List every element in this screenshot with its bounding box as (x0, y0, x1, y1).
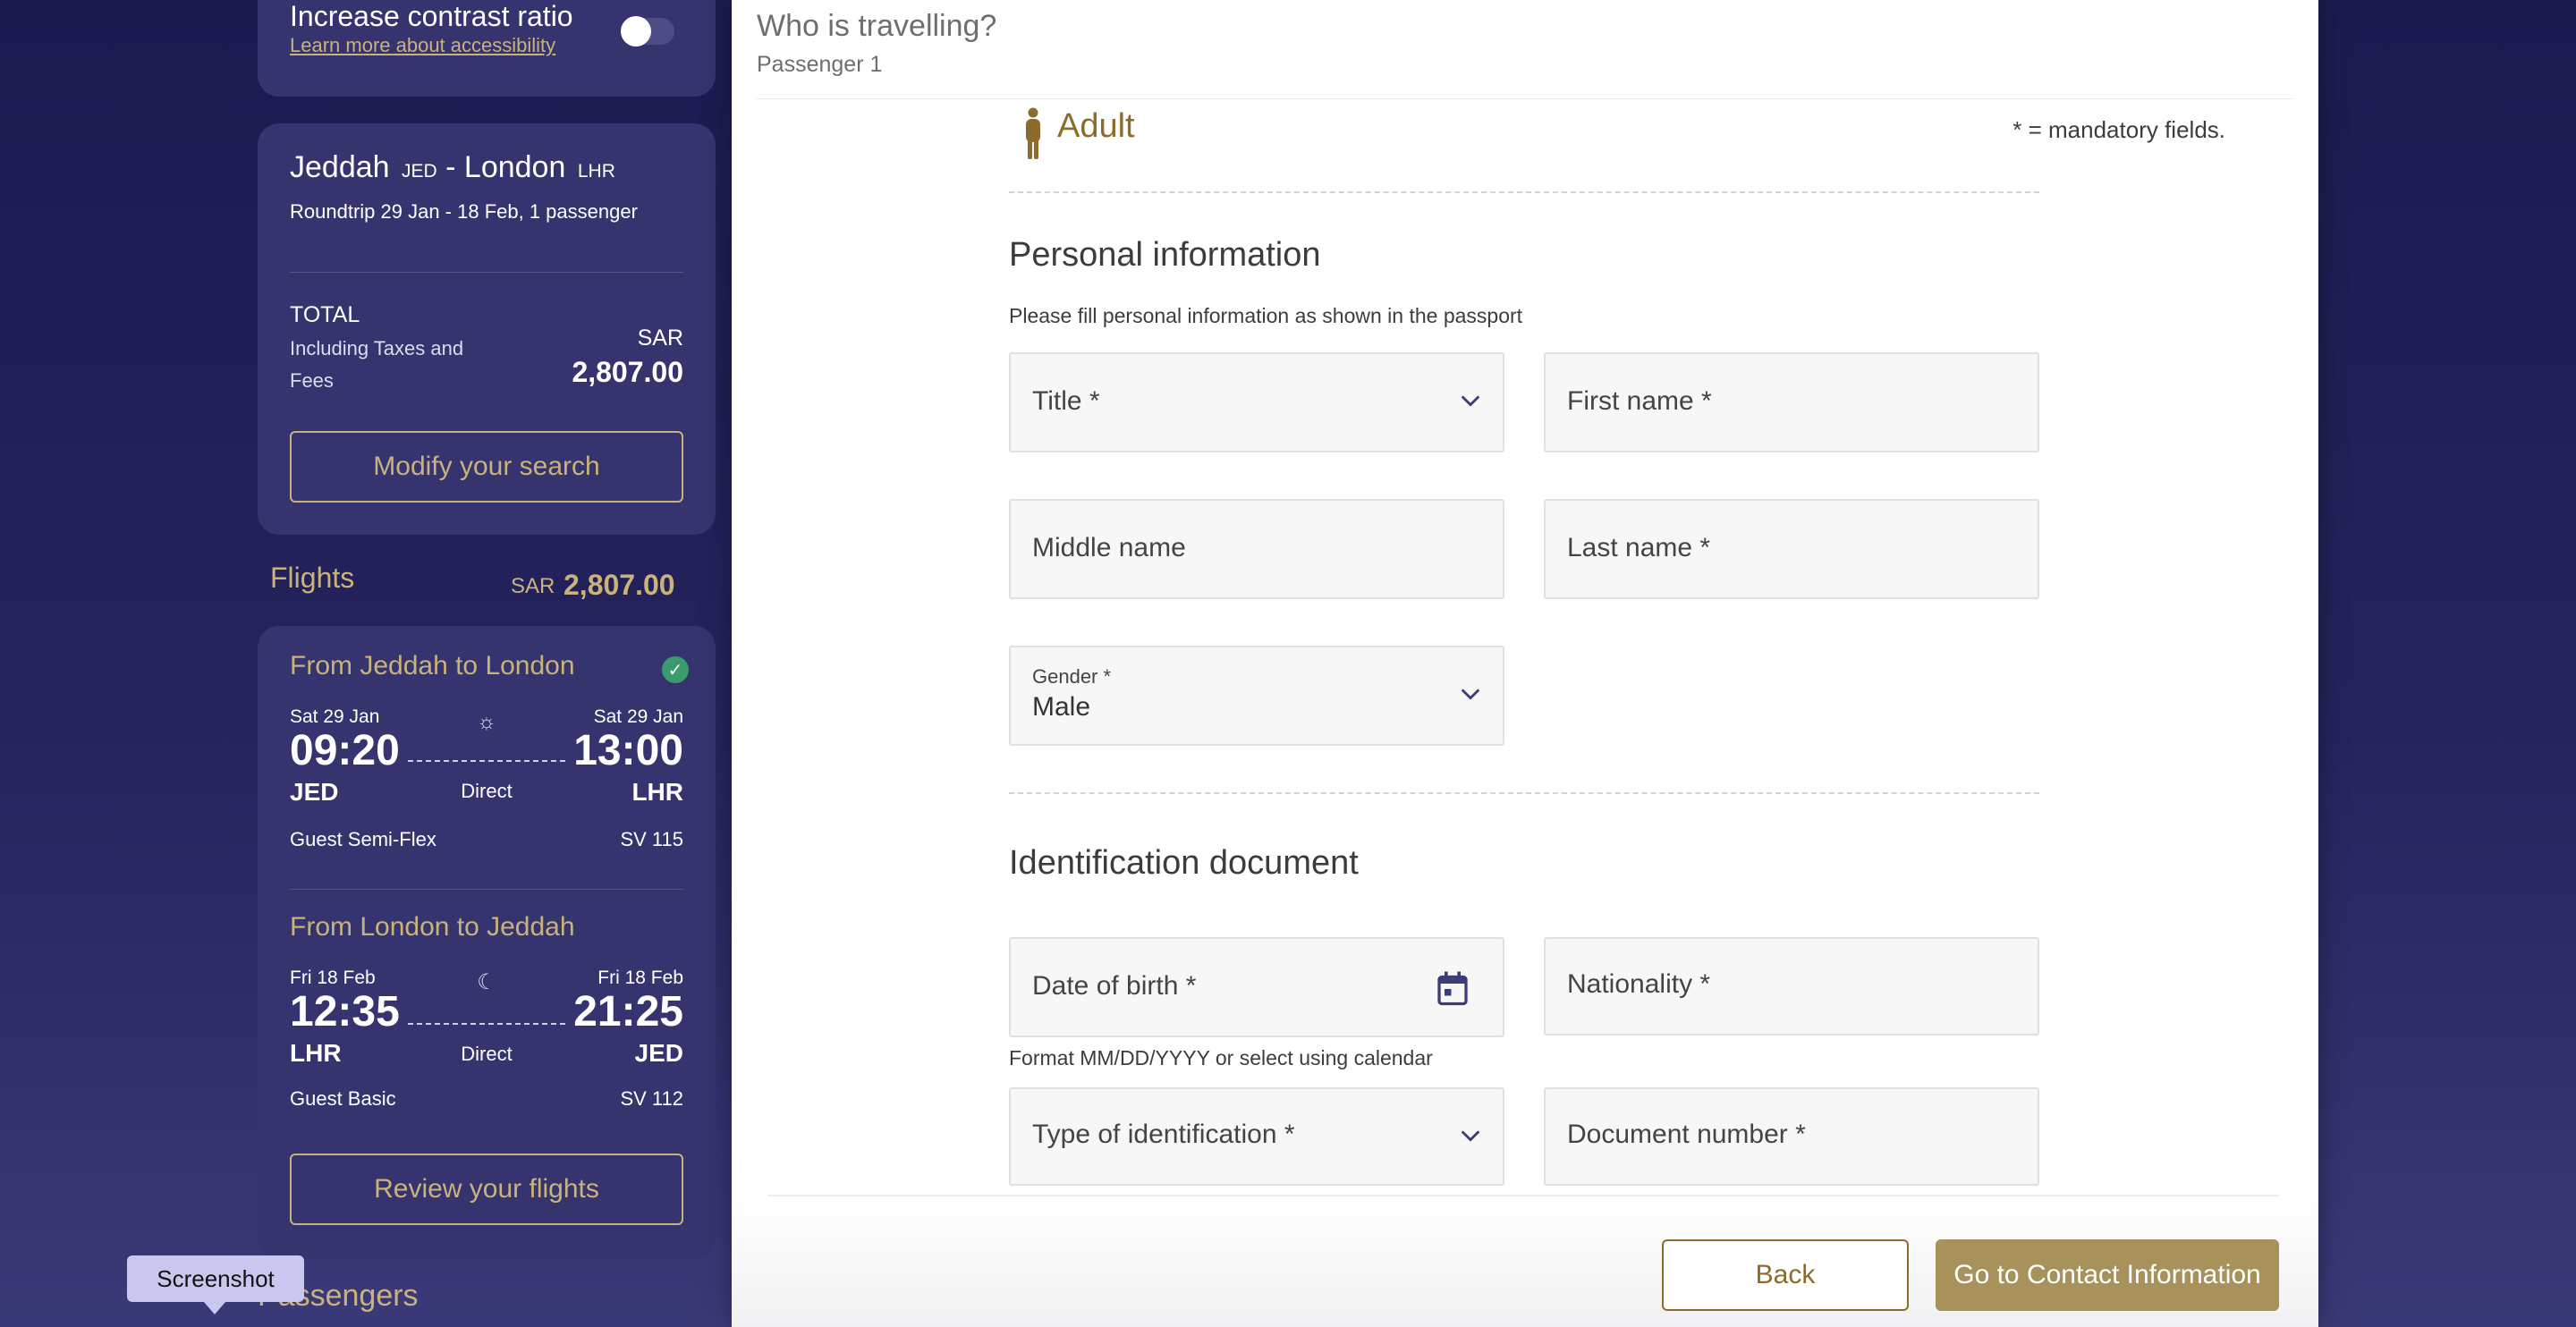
id-type-select[interactable]: Type of identification * (1009, 1087, 1504, 1186)
leg-outbound-title: From Jeddah to London (290, 651, 575, 680)
personal-info-heading: Personal information (1009, 236, 1321, 274)
date-format-hint: Format MM/DD/YYYY or select using calend… (1009, 1046, 1433, 1069)
form-title: Who is travelling? (757, 9, 997, 43)
outbound-departure-time: 09:20 (290, 727, 400, 774)
passenger-form-panel: Who is travelling? Passenger 1 Adult * =… (732, 0, 2318, 1327)
outbound-stops: Direct (461, 780, 513, 802)
leg-return-title: From London to Jeddah (290, 912, 575, 942)
middle-name-field[interactable]: Middle name (1009, 499, 1504, 599)
outbound-departure-airport: JED (290, 778, 339, 806)
return-arrival-date: Fri 18 Feb (597, 968, 683, 988)
trip-info: Roundtrip 29 Jan - 18 Feb, 1 passenger (290, 200, 638, 223)
return-arrival-airport: JED (634, 1039, 683, 1067)
trip-summary-card: Jeddah JED - London LHR Roundtrip 29 Jan… (258, 123, 716, 535)
review-flights-button[interactable]: Review your flights (290, 1154, 683, 1225)
gender-select[interactable]: Gender * Male (1009, 646, 1504, 746)
legs-divider (290, 889, 683, 890)
title-label: Title * (1032, 386, 1100, 416)
footer-divider (767, 1195, 2279, 1196)
outbound-arrival-time: 13:00 (573, 727, 683, 774)
route-separator: - (445, 150, 456, 184)
outbound-fare: Guest Semi-Flex (290, 828, 436, 850)
document-number-field[interactable]: Document number * (1544, 1087, 2039, 1186)
return-flight-number: SV 112 (620, 1087, 683, 1110)
return-arrival-time: 21:25 (573, 988, 683, 1035)
contrast-title: Increase contrast ratio (290, 0, 573, 32)
last-name-field[interactable]: Last name * (1544, 499, 2039, 599)
outbound-departure-date: Sat 29 Jan (290, 706, 380, 727)
flights-price: 2,807.00 (564, 569, 675, 601)
sun-moon-icon: ☾ (477, 970, 496, 994)
total-amount: 2,807.00 (572, 356, 683, 388)
dashed-divider (1009, 191, 2039, 193)
identification-heading: Identification document (1009, 844, 1359, 882)
back-button[interactable]: Back (1662, 1239, 1909, 1311)
return-route-line (408, 1023, 565, 1025)
contrast-toggle[interactable] (621, 16, 674, 46)
passenger-type: Adult (1057, 107, 1135, 145)
title-select[interactable]: Title * (1009, 352, 1504, 452)
return-departure-date: Fri 18 Feb (290, 968, 376, 988)
middle-name-label: Middle name (1032, 533, 1186, 562)
mandatory-note: * = mandatory fields. (2012, 116, 2225, 143)
screenshot-tooltip: Screenshot (127, 1255, 304, 1302)
dashed-divider (1009, 792, 2039, 794)
nationality-field[interactable]: Nationality * (1544, 937, 2039, 1035)
flights-heading: Flights (270, 562, 355, 594)
accessibility-card: Increase contrast ratio Learn more about… (258, 0, 716, 97)
personal-info-note: Please fill personal information as show… (1009, 304, 1523, 327)
tooltip-arrow (204, 1302, 225, 1314)
flights-currency: SAR (511, 574, 555, 598)
first-name-field[interactable]: First name * (1544, 352, 2039, 452)
chevron-down-icon (1461, 395, 1480, 407)
header-divider (757, 98, 2293, 99)
document-number-label: Document number * (1567, 1120, 1806, 1149)
return-stops: Direct (461, 1043, 513, 1065)
destination-code: LHR (577, 161, 615, 182)
chevron-down-icon (1461, 1130, 1480, 1142)
total-label: TOTAL (290, 302, 360, 327)
route-title: Jeddah JED - London LHR (290, 150, 615, 185)
origin-code: JED (402, 161, 437, 182)
first-name-label: First name * (1567, 386, 1712, 416)
return-fare: Guest Basic (290, 1087, 396, 1110)
toggle-knob (621, 16, 651, 46)
calendar-icon[interactable] (1436, 971, 1469, 1007)
last-name-label: Last name * (1567, 533, 1711, 562)
nationality-label: Nationality * (1567, 969, 1711, 999)
passenger-number: Passenger 1 (757, 52, 883, 77)
outbound-arrival-airport: LHR (631, 778, 683, 806)
outbound-route-line (408, 760, 565, 762)
go-to-contact-button[interactable]: Go to Contact Information (1936, 1239, 2279, 1311)
sun-icon: ☼ (477, 710, 496, 734)
dob-label: Date of birth * (1032, 971, 1197, 1001)
gender-label: Gender * (1032, 665, 1112, 688)
outbound-flight-number: SV 115 (620, 828, 683, 850)
date-of-birth-field[interactable]: Date of birth * (1009, 937, 1504, 1037)
chevron-down-icon (1461, 689, 1480, 700)
total-currency: SAR (637, 325, 683, 351)
flights-card: From Jeddah to London ✓ Sat 29 Jan Sat 2… (258, 626, 716, 1259)
id-type-label: Type of identification * (1032, 1120, 1295, 1149)
return-departure-time: 12:35 (290, 988, 400, 1035)
modify-search-button[interactable]: Modify your search (290, 431, 683, 503)
destination-city: London (463, 150, 566, 184)
check-circle-icon: ✓ (662, 656, 689, 683)
summary-divider (290, 272, 683, 273)
accessibility-link[interactable]: Learn more about accessibility (290, 34, 555, 57)
adult-person-icon (1026, 107, 1040, 159)
total-note: Including Taxes and Fees (290, 337, 464, 392)
origin-city: Jeddah (290, 150, 390, 184)
outbound-arrival-date: Sat 29 Jan (593, 706, 683, 727)
gender-value: Male (1032, 692, 1091, 722)
return-departure-airport: LHR (290, 1039, 342, 1067)
